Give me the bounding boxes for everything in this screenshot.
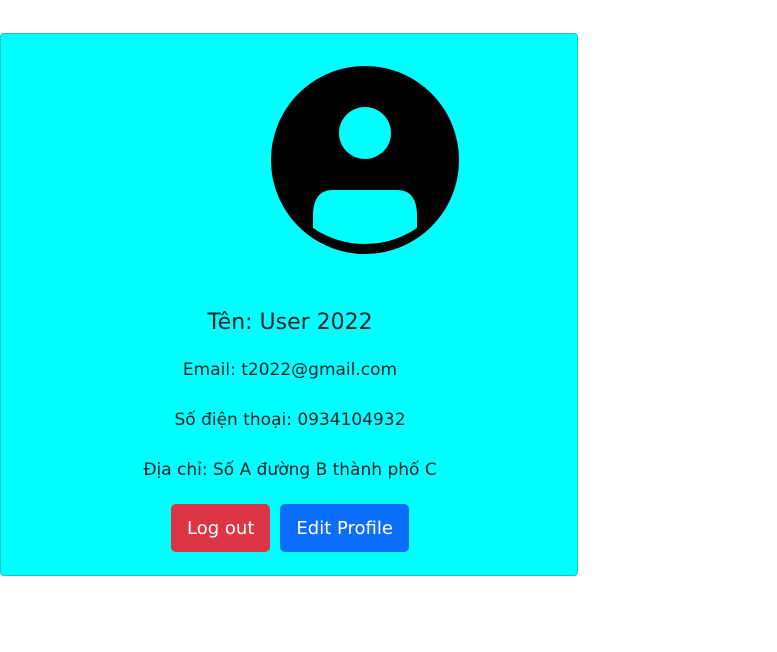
profile-phone: Số điện thoại: 0934104932	[174, 410, 406, 430]
profile-actions: Log out Edit Profile	[1, 504, 579, 552]
profile-name: Tên: User 2022	[207, 310, 373, 335]
logout-button[interactable]: Log out	[171, 504, 271, 552]
edit-profile-button[interactable]: Edit Profile	[280, 504, 409, 552]
profile-card: Tên: User 2022 Email: t2022@gmail.com Số…	[0, 33, 578, 576]
person-circle-icon	[271, 66, 459, 254]
profile-email: Email: t2022@gmail.com	[182, 360, 398, 380]
profile-address: Địa chỉ: Số A đường B thành phố C	[143, 460, 437, 480]
